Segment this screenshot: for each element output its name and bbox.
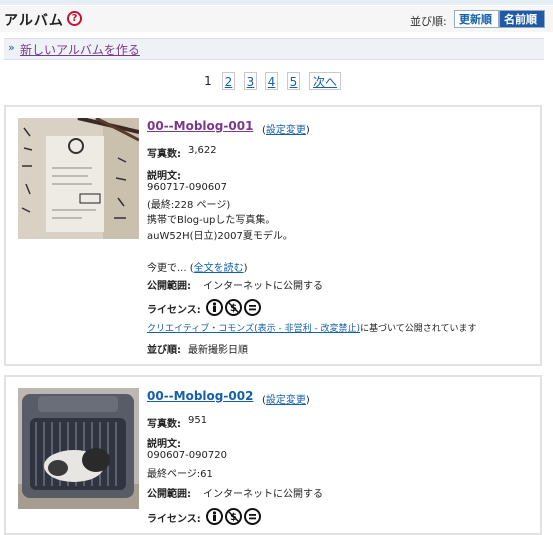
album-thumbnail[interactable] xyxy=(18,388,139,509)
description-line: (最終:228 ページ) xyxy=(147,200,231,211)
album-card: 00--Moblog-001 (設定変更) 写真数: 3,622 説明文: 96… xyxy=(4,105,542,366)
sort-updated-button[interactable]: 更新順 xyxy=(454,10,499,28)
album-title-link[interactable]: 00--Moblog-002 xyxy=(147,389,253,403)
cc-noderivs-icon xyxy=(244,299,261,316)
page-title: アルバム xyxy=(4,13,64,29)
top-strip xyxy=(0,0,553,5)
license-link[interactable]: クリエイティブ・コモンズ(表示 - 非営利 - 改変禁止) xyxy=(147,324,360,334)
album-settings: (設定変更) xyxy=(262,395,310,406)
cc-noderivs-icon xyxy=(244,508,261,525)
new-album-bar: » 新しいアルバムを作る xyxy=(4,38,544,60)
header-bar: アルバム ? 並び順: 更新順 名前順 xyxy=(0,6,553,32)
more-prefix: 今更で... xyxy=(147,263,187,274)
license-suffix: に基づいて公開されています xyxy=(360,324,477,334)
page-link[interactable]: 4 xyxy=(265,72,278,90)
photo-count: 951 xyxy=(188,415,208,426)
description-line: 最終ページ:61 xyxy=(147,469,213,480)
description-line: auW52H(日立)2007夏モデル。 xyxy=(147,231,293,242)
page-link[interactable]: 3 xyxy=(244,72,257,90)
description-line: 960717-090607 xyxy=(147,182,227,193)
pagination: 1 2 3 4 5 次へ xyxy=(0,72,553,92)
help-icon[interactable]: ? xyxy=(67,11,82,26)
license-label: ライセンス: xyxy=(147,305,201,316)
scope-label: 公開範囲: xyxy=(147,489,191,500)
cc-noncommercial-icon: $ xyxy=(225,299,242,316)
sort-label: 並び順: xyxy=(410,15,447,28)
description-more: 今更で... (全文を読む) xyxy=(147,263,248,274)
cc-by-icon xyxy=(206,508,223,525)
order-value: 最新撮影日順 xyxy=(188,345,248,356)
read-all-link[interactable]: 全文を読む xyxy=(194,263,244,274)
album-thumbnail[interactable] xyxy=(18,118,139,239)
photo-count-label: 写真数: xyxy=(147,419,181,430)
chevron-right-icon: » xyxy=(8,41,15,54)
scope-value: インターネットに公開する xyxy=(203,489,323,500)
album-settings: (設定変更) xyxy=(262,125,310,136)
new-album-link[interactable]: 新しいアルバムを作る xyxy=(20,41,140,58)
cc-by-icon xyxy=(206,299,223,316)
photo-count-label: 写真数: xyxy=(147,149,181,160)
next-page-link[interactable]: 次へ xyxy=(309,72,341,90)
description-line: 090607-090720 xyxy=(147,450,227,461)
license-note: クリエイティブ・コモンズ(表示 - 非営利 - 改変禁止)に基づいて公開されてい… xyxy=(147,321,477,334)
album-card: 00--Moblog-002 (設定変更) 写真数: 951 説明文: 0906… xyxy=(4,375,542,535)
page-link[interactable]: 5 xyxy=(287,72,300,90)
photo-count: 3,622 xyxy=(188,145,217,156)
cc-noncommercial-icon: $ xyxy=(225,508,242,525)
page-link[interactable]: 2 xyxy=(222,72,235,90)
settings-link[interactable]: 設定変更 xyxy=(266,395,306,406)
scope-label: 公開範囲: xyxy=(147,281,191,292)
album-title-link[interactable]: 00--Moblog-001 xyxy=(147,119,253,133)
description-label: 説明文: xyxy=(147,171,181,182)
page-current: 1 xyxy=(204,74,212,88)
description-label: 説明文: xyxy=(147,439,181,450)
settings-link[interactable]: 設定変更 xyxy=(266,125,306,136)
scope-value: インターネットに公開する xyxy=(203,281,323,292)
description-line: 携帯でBlog-upした写真集。 xyxy=(147,215,276,226)
order-label: 並び順: xyxy=(147,345,181,356)
license-label: ライセンス: xyxy=(147,514,201,525)
sort-name-button[interactable]: 名前順 xyxy=(499,10,545,28)
